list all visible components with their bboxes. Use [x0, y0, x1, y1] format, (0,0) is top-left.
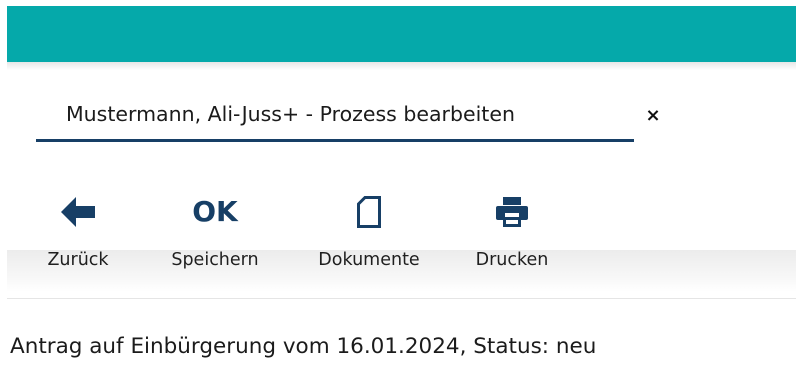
- print-button[interactable]: Drucken: [460, 190, 564, 280]
- documents-button[interactable]: Dokumente: [302, 190, 436, 280]
- save-button-label: Speichern: [171, 250, 259, 270]
- header-shadow: [7, 62, 796, 70]
- tab-label: Mustermann, Ali-Juss+ - Prozess bearbeit…: [66, 102, 515, 126]
- back-button-label: Zurück: [47, 250, 109, 270]
- save-button[interactable]: OK Speichern: [152, 190, 278, 280]
- application-status-text: Antrag auf Einbürgerung vom 16.01.2024, …: [10, 334, 597, 359]
- content-divider: [7, 298, 796, 299]
- tab-prozess-bearbeiten[interactable]: Mustermann, Ali-Juss+ - Prozess bearbeit…: [36, 93, 634, 143]
- arrow-left-icon: [61, 190, 95, 234]
- print-button-label: Drucken: [475, 250, 549, 270]
- printer-icon: [496, 190, 528, 234]
- tab-active-indicator: [36, 139, 634, 142]
- ok-icon-text: OK: [192, 195, 238, 228]
- ok-icon: OK: [192, 190, 238, 234]
- close-icon[interactable]: ×: [645, 107, 661, 125]
- document-icon: [357, 190, 381, 234]
- app-header-bar: [7, 6, 796, 62]
- documents-button-label: Dokumente: [318, 250, 420, 270]
- back-button[interactable]: Zurück: [36, 190, 120, 280]
